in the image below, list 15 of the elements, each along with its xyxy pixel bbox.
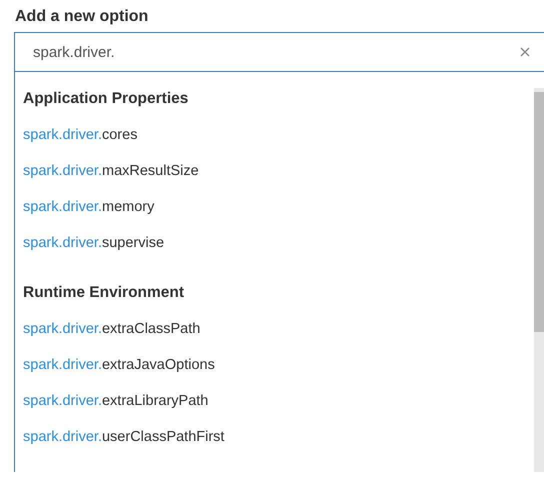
group-heading: Application Properties bbox=[23, 89, 190, 109]
group-heading: Runtime Environment bbox=[23, 283, 186, 303]
option-item[interactable]: spark.driver.supervise bbox=[23, 232, 164, 268]
option-item[interactable]: spark.driver.maxResultSize bbox=[23, 160, 199, 196]
option-item[interactable]: spark.driver.userClassPathFirst bbox=[23, 426, 224, 462]
option-item[interactable]: spark.driver.extraJavaOptions bbox=[23, 354, 215, 390]
search-field[interactable]: spark.driver. bbox=[14, 32, 544, 72]
clear-icon[interactable] bbox=[520, 47, 530, 57]
scrollbar[interactable] bbox=[534, 88, 544, 472]
scrollbar-thumb[interactable] bbox=[534, 92, 544, 332]
option-item[interactable]: spark.driver.extraClassPath bbox=[23, 318, 200, 354]
option-item[interactable]: spark.driver.memory bbox=[23, 196, 154, 232]
option-item[interactable]: spark.driver.extraLibraryPath bbox=[23, 390, 208, 426]
field-label: Add a new option bbox=[15, 8, 150, 27]
option-item[interactable]: spark.driver.cores bbox=[23, 124, 138, 160]
